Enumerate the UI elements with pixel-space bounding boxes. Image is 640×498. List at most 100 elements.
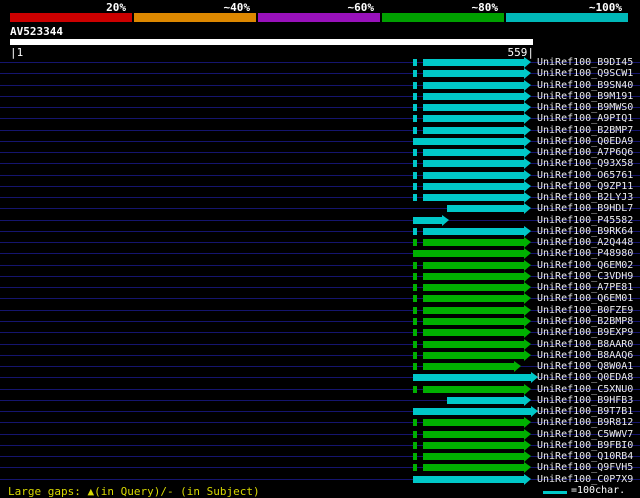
alignment-label[interactable]: UniRef100_Q8W0A1 (537, 361, 633, 372)
alignment-lead-segment[interactable] (413, 341, 417, 348)
alignment-label[interactable]: UniRef100_B2BMP7 (537, 125, 633, 136)
alignment-lead-segment[interactable] (413, 363, 417, 370)
alignment-label[interactable]: UniRef100_B9DI45 (537, 57, 633, 68)
alignment-bar[interactable] (423, 419, 525, 426)
alignment-bar[interactable] (423, 160, 525, 167)
alignment-label[interactable]: UniRef100_Q0EDA8 (537, 372, 633, 383)
alignment-lead-segment[interactable] (413, 115, 417, 122)
alignment-bar[interactable] (423, 70, 525, 77)
alignment-lead-segment[interactable] (413, 307, 417, 314)
alignment-label[interactable]: UniRef100_A2Q448 (537, 237, 633, 248)
alignment-lead-segment[interactable] (413, 352, 417, 359)
alignment-lead-segment[interactable] (413, 419, 417, 426)
alignment-bar[interactable] (423, 442, 525, 449)
alignment-lead-segment[interactable] (413, 453, 417, 460)
alignment-lead-segment[interactable] (413, 93, 417, 100)
alignment-bar[interactable] (423, 284, 525, 291)
alignment-label[interactable]: UniRef100_A9PIQ1 (537, 113, 633, 124)
alignment-label[interactable]: UniRef100_B2BMP8 (537, 316, 633, 327)
alignment-lead-segment[interactable] (413, 149, 417, 156)
alignment-bar[interactable] (423, 453, 525, 460)
alignment-lead-segment[interactable] (413, 329, 417, 336)
alignment-label[interactable]: UniRef100_B8AAR0 (537, 339, 633, 350)
alignment-label[interactable]: UniRef100_B9T7B1 (537, 406, 633, 417)
alignment-label[interactable]: UniRef100_C3VDH9 (537, 271, 633, 282)
alignment-bar[interactable] (423, 318, 525, 325)
alignment-bar[interactable] (446, 205, 525, 212)
alignment-lead-segment[interactable] (413, 386, 417, 393)
alignment-label[interactable]: UniRef100_C5XNU0 (537, 384, 633, 395)
alignment-label[interactable]: UniRef100_O65761 (537, 170, 633, 181)
alignment-label[interactable]: UniRef100_B9RK64 (537, 226, 633, 237)
alignment-lead-segment[interactable] (413, 295, 417, 302)
alignment-bar[interactable] (423, 104, 525, 111)
alignment-bar[interactable] (423, 228, 525, 235)
alignment-label[interactable]: UniRef100_B9M191 (537, 91, 633, 102)
alignment-bar[interactable] (423, 127, 525, 134)
alignment-bar[interactable] (423, 273, 525, 280)
alignment-lead-segment[interactable] (413, 228, 417, 235)
alignment-bar[interactable] (423, 194, 525, 201)
alignment-lead-segment[interactable] (413, 183, 417, 190)
alignment-bar[interactable] (423, 239, 525, 246)
alignment-label[interactable]: UniRef100_A7P6Q6 (537, 147, 633, 158)
alignment-lead-segment[interactable] (413, 431, 417, 438)
alignment-label[interactable]: UniRef100_B0FZE9 (537, 305, 633, 316)
alignment-lead-segment[interactable] (413, 239, 417, 246)
alignment-label[interactable]: UniRef100_B9HDL7 (537, 203, 633, 214)
alignment-bar[interactable] (413, 217, 442, 224)
alignment-bar[interactable] (423, 464, 525, 471)
alignment-label[interactable]: UniRef100_B8AAQ6 (537, 350, 633, 361)
alignment-bar[interactable] (423, 341, 525, 348)
alignment-bar[interactable] (413, 374, 531, 381)
alignment-bar[interactable] (423, 115, 525, 122)
alignment-bar[interactable] (423, 431, 525, 438)
alignment-lead-segment[interactable] (413, 442, 417, 449)
alignment-label[interactable]: UniRef100_Q9FVH5 (537, 462, 633, 473)
alignment-lead-segment[interactable] (413, 104, 417, 111)
alignment-label[interactable]: UniRef100_Q6EM02 (537, 260, 633, 271)
alignment-bar[interactable] (423, 363, 514, 370)
alignment-lead-segment[interactable] (413, 70, 417, 77)
alignment-label[interactable]: UniRef100_Q93X58 (537, 158, 633, 169)
alignment-bar[interactable] (423, 183, 525, 190)
alignment-bar[interactable] (423, 93, 525, 100)
alignment-label[interactable]: UniRef100_C5WWV7 (537, 429, 633, 440)
alignment-bar[interactable] (423, 307, 525, 314)
alignment-label[interactable]: UniRef100_B9MWS0 (537, 102, 633, 113)
alignment-label[interactable]: UniRef100_B9FBI0 (537, 440, 633, 451)
alignment-bar[interactable] (423, 262, 525, 269)
alignment-bar[interactable] (423, 352, 525, 359)
alignment-bar[interactable] (423, 386, 525, 393)
alignment-bar[interactable] (413, 138, 525, 145)
alignment-lead-segment[interactable] (413, 59, 417, 66)
alignment-label[interactable]: UniRef100_P48980 (537, 248, 633, 259)
alignment-lead-segment[interactable] (413, 172, 417, 179)
alignment-bar[interactable] (413, 250, 525, 257)
alignment-lead-segment[interactable] (413, 82, 417, 89)
alignment-label[interactable]: UniRef100_Q10RB4 (537, 451, 633, 462)
alignment-bar[interactable] (423, 82, 525, 89)
alignment-label[interactable]: UniRef100_A7PE81 (537, 282, 633, 293)
alignment-label[interactable]: UniRef100_P45582 (537, 215, 633, 226)
alignment-label[interactable]: UniRef100_Q9SCW1 (537, 68, 633, 79)
alignment-bar[interactable] (423, 149, 525, 156)
alignment-label[interactable]: UniRef100_B9HFB3 (537, 395, 633, 406)
alignment-bar[interactable] (413, 408, 531, 415)
alignment-label[interactable]: UniRef100_B9EXP9 (537, 327, 633, 338)
alignment-bar[interactable] (423, 59, 525, 66)
alignment-lead-segment[interactable] (413, 262, 417, 269)
alignment-bar[interactable] (423, 295, 525, 302)
alignment-lead-segment[interactable] (413, 127, 417, 134)
alignment-lead-segment[interactable] (413, 194, 417, 201)
alignment-bar[interactable] (413, 476, 525, 483)
alignment-lead-segment[interactable] (413, 318, 417, 325)
alignment-label[interactable]: UniRef100_Q9ZP11 (537, 181, 633, 192)
alignment-bar[interactable] (423, 172, 525, 179)
alignment-lead-segment[interactable] (413, 160, 417, 167)
alignment-label[interactable]: UniRef100_Q6EM01 (537, 293, 633, 304)
alignment-label[interactable]: UniRef100_B2LYJ3 (537, 192, 633, 203)
alignment-label[interactable]: UniRef100_B9SN40 (537, 80, 633, 91)
alignment-bar[interactable] (446, 397, 525, 404)
alignment-lead-segment[interactable] (413, 284, 417, 291)
